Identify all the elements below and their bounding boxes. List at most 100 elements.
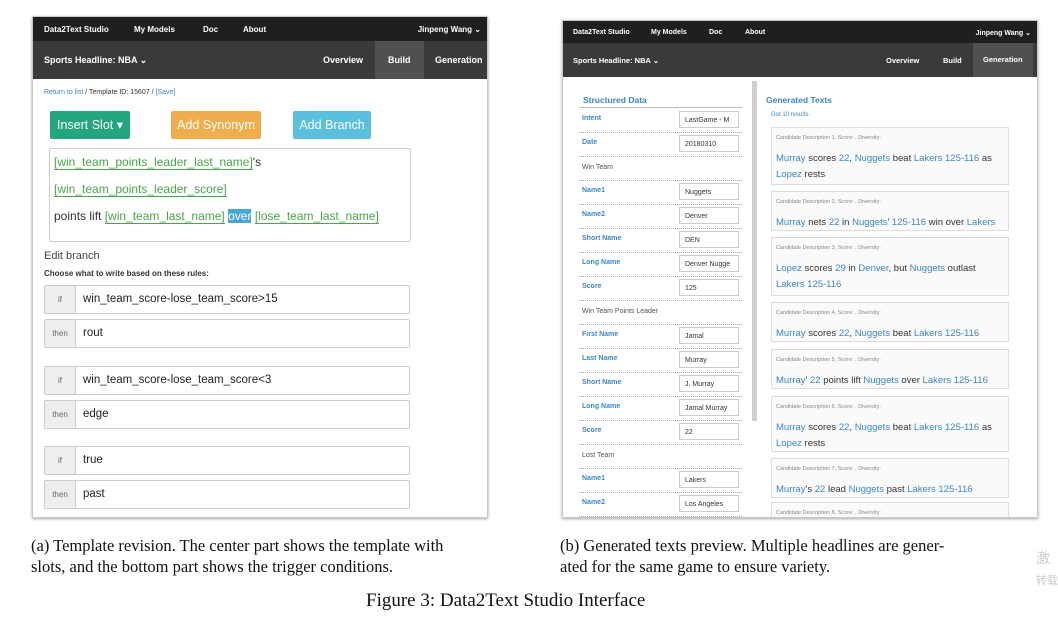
template-revision-panel: Data2Text Studio My Models Doc About Jin… <box>32 16 488 518</box>
nav-my-models[interactable]: My Models <box>134 25 175 34</box>
field-label: Short Name <box>582 379 622 386</box>
insert-slot-button[interactable]: Insert Slot ▾ <box>50 111 130 139</box>
entity-token: Nuggets <box>852 217 888 228</box>
tab-overview[interactable]: Overview <box>886 56 919 65</box>
caption-a-line1: (a) Template revision. The center part s… <box>31 536 444 555</box>
entity-token: Nuggets <box>854 328 891 339</box>
field-value-input[interactable]: Nuggets <box>679 183 739 200</box>
structured-data-row: Score 22 <box>579 421 742 445</box>
tab-build[interactable]: Build <box>375 41 424 79</box>
structured-data-row: Long Name Jamal Murray <box>579 397 742 421</box>
entity-token: Murray <box>776 328 806 339</box>
field-value-input[interactable]: 22 <box>679 423 739 440</box>
selected-word[interactable]: over <box>228 209 252 223</box>
field-value-input[interactable]: Jamal Murray <box>679 399 739 416</box>
rule-tag: then <box>45 481 76 508</box>
nav-doc[interactable]: Doc <box>203 25 218 34</box>
rule-condition: win_team_score-lose_team_score>15 <box>83 293 278 305</box>
field-value-input[interactable]: Murray <box>679 351 739 368</box>
entity-token: 125-116 <box>953 375 988 386</box>
field-value-input[interactable]: Denver <box>679 207 739 224</box>
field-value-input[interactable]: Jamal <box>679 327 739 344</box>
structured-data-row: Name1 Lakers <box>579 469 742 493</box>
entity-token: Murray <box>776 217 806 228</box>
entity-token: 22 <box>838 422 850 433</box>
slot-token[interactable]: [win_team_last_name] <box>104 209 225 224</box>
field-value-input[interactable]: 125 <box>679 279 739 296</box>
field-value-input[interactable]: Lakers <box>679 471 739 488</box>
generated-text-card[interactable]: Candidate Description 2, Score: , Divers… <box>771 191 1009 231</box>
generated-text-card[interactable]: Candidate Description 8, Score: , Divers… <box>771 502 1009 517</box>
entity-token: 22 <box>828 217 840 228</box>
nav-my-models[interactable]: My Models <box>651 29 687 36</box>
text-token: outlast <box>945 263 976 274</box>
candidate-header: Candidate Description 1, Score: , Divers… <box>776 135 881 141</box>
field-label: Date <box>582 139 598 146</box>
tab-generation[interactable]: Generation <box>973 43 1033 77</box>
generated-text-card[interactable]: Candidate Description 6, Score: , Divers… <box>771 396 1009 452</box>
text-token: scores <box>801 263 836 274</box>
structured-data-row: Short Name DEN <box>579 229 742 253</box>
entity-token: Nuggets <box>848 484 884 495</box>
field-label: Name2 <box>582 499 605 506</box>
add-branch-button[interactable]: Add Branch <box>293 111 371 139</box>
rule-if-field[interactable]: if true <box>44 446 410 475</box>
nav-about[interactable]: About <box>745 29 765 36</box>
field-value-input[interactable]: Denver Nugge <box>679 255 739 272</box>
field-value-input[interactable]: 20180310 <box>679 135 739 152</box>
add-synonym-button[interactable]: Add Synonym <box>171 111 261 139</box>
save-link[interactable]: [Save] <box>156 89 176 96</box>
brand-link[interactable]: Data2Text Studio <box>573 29 630 36</box>
rule-output: edge <box>83 408 109 420</box>
candidate-text: Murray scores 22, Nuggets beat Lakers 12… <box>776 326 1002 342</box>
field-label: Short Name <box>582 235 622 242</box>
slot-token[interactable]: [lose_team_last_name] <box>254 209 379 224</box>
template-editor[interactable]: [win_team_points_leader_last_name]'s [wi… <box>49 148 411 242</box>
rule-if-field[interactable]: if win_team_score-lose_team_score>15 <box>44 285 410 314</box>
generated-texts-title: Generated Texts <box>766 95 832 105</box>
figure-caption: Figure 3: Data2Text Studio Interface <box>366 590 646 611</box>
return-to-list-link[interactable]: Return to list <box>44 89 83 96</box>
scrollbar[interactable] <box>752 81 757 421</box>
text-token: past <box>883 484 908 495</box>
generated-text-card[interactable]: Candidate Description 1, Score: , Divers… <box>771 127 1009 185</box>
generated-text-card[interactable]: Candidate Description 4, Score: , Divers… <box>771 302 1009 342</box>
field-value-input[interactable]: Los Angeles <box>679 495 739 512</box>
generated-text-card[interactable]: Candidate Description 5, Score: , Divers… <box>771 349 1009 389</box>
nav-doc[interactable]: Doc <box>709 29 722 36</box>
text-token: 's <box>805 484 815 495</box>
text-token: lead <box>825 484 849 495</box>
structured-data-row: Name2 Los Angeles <box>579 493 742 517</box>
field-label: Score <box>582 283 602 290</box>
rule-then-field[interactable]: then past <box>44 480 410 509</box>
rule-if-field[interactable]: if win_team_score-lose_team_score<3 <box>44 366 410 395</box>
nav-about[interactable]: About <box>243 25 266 34</box>
entity-token: Murray <box>776 153 806 164</box>
entity-token: Murray <box>776 375 806 386</box>
structured-data-row: Date 20180310 <box>579 133 742 157</box>
tab-overview[interactable]: Overview <box>323 55 363 65</box>
slot-token[interactable]: [win_team_points_leader_last_name] <box>54 155 253 170</box>
entity-token: Denver <box>858 263 889 274</box>
tab-build[interactable]: Build <box>943 56 962 65</box>
entity-token: Lakers <box>913 328 943 339</box>
top-nav: Data2Text Studio My Models Doc About Jin… <box>563 21 1037 43</box>
text-token: beat <box>890 422 914 433</box>
rule-then-field[interactable]: then rout <box>44 319 410 348</box>
generated-text-card[interactable]: Candidate Description 7, Score: , Divers… <box>771 458 1009 498</box>
entity-token: Nuggets <box>854 153 891 164</box>
entity-token: 22 <box>810 375 821 386</box>
rule-then-field[interactable]: then edge <box>44 400 410 429</box>
field-value-input[interactable]: J. Murray <box>679 375 739 392</box>
template-dropdown[interactable]: Sports Headline: NBA ⌄ <box>44 55 147 66</box>
generated-text-card[interactable]: Candidate Description 3, Score: , Divers… <box>771 237 1009 296</box>
brand-link[interactable]: Data2Text Studio <box>44 25 109 34</box>
template-dropdown[interactable]: Sports Headline: NBA ⌄ <box>573 56 659 65</box>
user-menu[interactable]: Jinpeng Wang ⌄ <box>418 25 481 34</box>
field-value-input[interactable]: DEN <box>679 231 739 248</box>
field-value-input[interactable]: LastGame - M <box>679 111 739 128</box>
slot-token[interactable]: [win_team_points_leader_score] <box>54 182 227 197</box>
text-token: in <box>839 217 853 228</box>
tab-generation[interactable]: Generation <box>435 55 483 65</box>
user-menu[interactable]: Jinpeng Wang ⌄ <box>976 29 1031 37</box>
